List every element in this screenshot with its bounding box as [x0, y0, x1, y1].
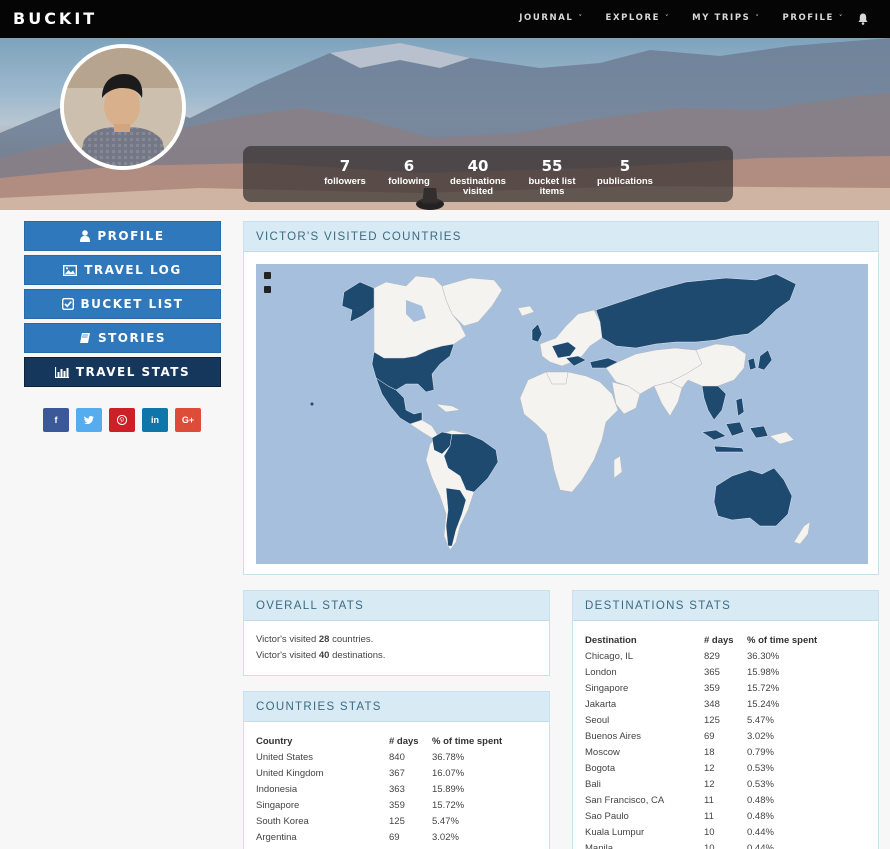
publications-stat[interactable]: 5 publications: [593, 158, 657, 187]
destinations-visited-line: Victor's visited 40 destinations.: [256, 650, 386, 661]
destinations-stats-panel: DESTINATIONS STATS Destination # days % …: [572, 590, 879, 849]
table-row: South Korea 125 5.47%: [256, 815, 459, 827]
sidebar-stories-label: STORIES: [97, 331, 167, 345]
table-row: Manila 10 0.44%: [585, 842, 774, 849]
sidebar-travel-stats-button[interactable]: TRAVEL STATS: [24, 357, 221, 387]
followers-stat[interactable]: 7 followers: [317, 158, 373, 187]
notifications-bell-icon[interactable]: [858, 12, 868, 25]
table-row: Kuala Lumpur 10 0.44%: [585, 826, 774, 838]
pinterest-icon[interactable]: [109, 408, 135, 432]
nav-explore[interactable]: EXPLORE ˅: [606, 13, 671, 23]
column-header: # days: [704, 634, 734, 646]
destinations-stats-title: DESTINATIONS STATS: [573, 591, 878, 621]
table-row: United States 840 36.78%: [256, 751, 465, 763]
twitter-icon[interactable]: [76, 408, 102, 432]
table-row: Moscow 18 0.79%: [585, 746, 774, 758]
destinations-visited-stat[interactable]: 40 destinations visited: [445, 158, 511, 197]
image-icon: [63, 264, 78, 276]
sidebar-profile-button[interactable]: PROFILE: [24, 221, 221, 251]
column-header: Country: [256, 735, 293, 747]
table-row: Sao Paulo 11 0.48%: [585, 810, 774, 822]
column-header: % of time spent: [432, 735, 503, 747]
table-row: Bali 12 0.53%: [585, 778, 774, 790]
table-row: Bogota 12 0.53%: [585, 762, 774, 774]
nav-menu: JOURNAL ˅ EXPLORE ˅ MY TRIPS ˅ PROFILE ˅: [497, 12, 868, 25]
profile-avatar[interactable]: [60, 44, 186, 170]
countries-stats-title: COUNTRIES STATS: [244, 692, 549, 722]
sidebar-stories-button[interactable]: STORIES: [24, 323, 221, 353]
table-row: Singapore 359 15.72%: [256, 799, 465, 811]
nav-journal[interactable]: JOURNAL ˅: [519, 13, 583, 23]
world-map-svg: [310, 273, 811, 551]
table-row: Buenos Aires 69 3.02%: [585, 730, 774, 742]
sidebar-travel-log-button[interactable]: TRAVEL LOG: [24, 255, 221, 285]
bucket-list-items-stat[interactable]: 55 bucket list items: [523, 158, 581, 197]
visited-countries-title: VICTOR'S VISITED COUNTRIES: [244, 222, 878, 252]
checkbox-icon: [61, 298, 74, 310]
countries-stats-table: Country # days % of time spent United St…: [256, 733, 502, 845]
table-header-row: Country # days % of time spent: [256, 733, 502, 749]
visited-countries-panel: VICTOR'S VISITED COUNTRIES: [243, 221, 879, 575]
chevron-down-icon: ˅: [755, 14, 761, 22]
table-row: London 365 15.98%: [585, 666, 780, 678]
column-header: % of time spent: [747, 634, 818, 646]
top-navbar: BUCKIT JOURNAL ˅ EXPLORE ˅ MY TRIPS ˅ PROFI…: [0, 0, 890, 38]
column-header: Destination: [585, 634, 637, 646]
sidebar-bucket-list-button[interactable]: BUCKET LIST: [24, 289, 221, 319]
world-map[interactable]: [256, 264, 868, 564]
table-row: Chicago, IL 829 36.30%: [585, 650, 780, 662]
following-stat[interactable]: 6 following: [381, 158, 437, 187]
nav-profile[interactable]: PROFILE ˅: [782, 13, 844, 23]
countries-visited-line: Victor's visited 28 countries.: [256, 634, 374, 645]
table-row: United Kingdom 367 16.07%: [256, 767, 465, 779]
zoom-in-button[interactable]: [264, 272, 271, 279]
table-row: Singapore 359 15.72%: [585, 682, 780, 694]
table-row: Jakarta 348 15.24%: [585, 698, 780, 710]
table-row: Argentina 69 3.02%: [256, 831, 459, 843]
sidebar-travel-stats-label: TRAVEL STATS: [75, 365, 191, 379]
table-row: San Francisco, CA 11 0.48%: [585, 794, 774, 806]
profile-stats-bar: 7 followers 6 following 40 destinations …: [243, 146, 733, 202]
overall-stats-panel: OVERALL STATS Victor's visited 28 countr…: [243, 590, 550, 676]
nav-my-trips[interactable]: MY TRIPS ˅: [692, 13, 760, 23]
column-header: # days: [389, 735, 419, 747]
book-icon: [79, 333, 90, 343]
countries-stats-panel: COUNTRIES STATS Country # days % of time…: [243, 691, 550, 849]
table-row: Indonesia 363 15.89%: [256, 783, 465, 795]
sidebar-bucket-list-label: BUCKET LIST: [80, 297, 184, 311]
google-plus-icon[interactable]: G+: [175, 408, 201, 432]
user-icon: [80, 230, 91, 242]
table-row: Seoul 125 5.47%: [585, 714, 774, 726]
table-header-row: Destination # days % of time spent: [585, 632, 817, 648]
brand-logo[interactable]: BUCKIT: [13, 9, 97, 28]
chevron-down-icon: ˅: [578, 14, 584, 22]
facebook-icon[interactable]: f: [43, 408, 69, 432]
overall-stats-title: OVERALL STATS: [244, 591, 549, 621]
chevron-down-icon: ˅: [838, 14, 844, 22]
zoom-out-button[interactable]: [264, 286, 271, 293]
chevron-down-icon: ˅: [665, 14, 671, 22]
linkedin-icon[interactable]: in: [142, 408, 168, 432]
bar-chart-icon: [54, 366, 69, 378]
destinations-stats-table: Destination # days % of time spent Chica…: [585, 632, 817, 849]
sidebar-travel-log-label: TRAVEL LOG: [84, 263, 182, 277]
sidebar-profile-label: PROFILE: [97, 229, 165, 243]
